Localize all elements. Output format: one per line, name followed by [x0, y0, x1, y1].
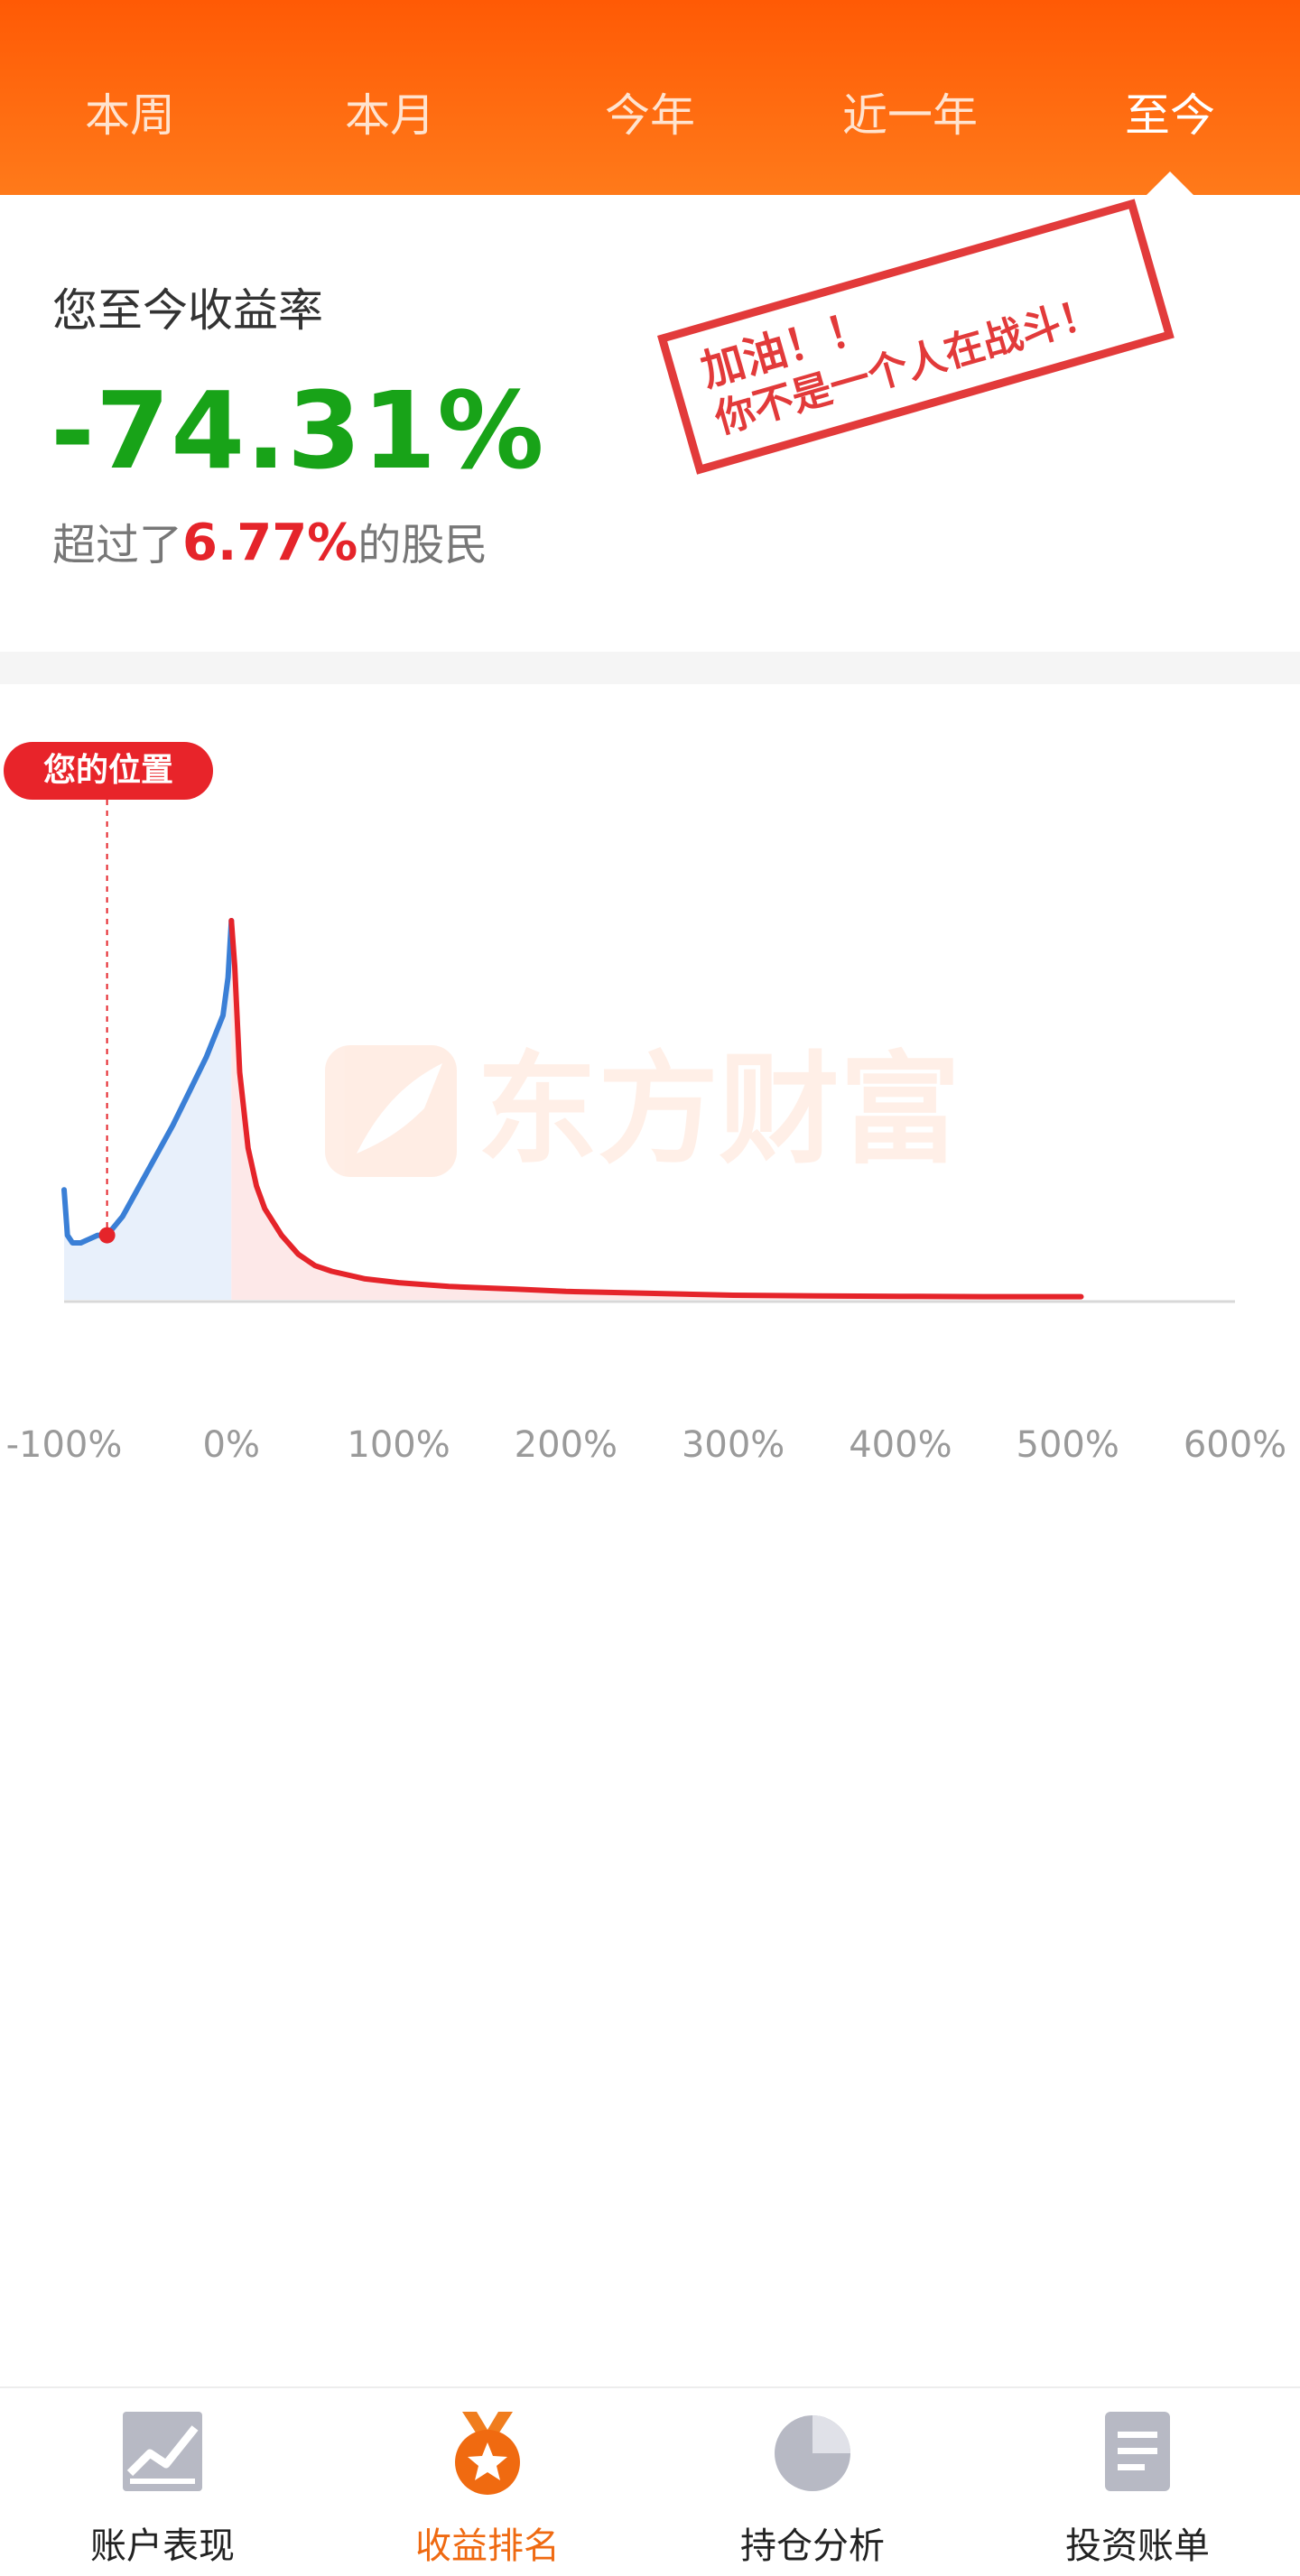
- nav-label: 持仓分析: [740, 2525, 885, 2567]
- tab-this-week[interactable]: 本周: [85, 79, 175, 152]
- watermark-logo-icon: [325, 1045, 457, 1177]
- ranking-percent: 6.77%: [182, 514, 358, 572]
- x-tick-label: 600%: [1184, 1424, 1286, 1466]
- return-rate-label: 您至今收益率: [52, 284, 323, 337]
- bottom-nav: 账户表现 收益排名 持仓分析 投资账单: [0, 2386, 1300, 2576]
- loss-area: [64, 921, 232, 1300]
- nav-investment-bill[interactable]: 投资账单: [975, 2388, 1300, 2576]
- position-marker-dot: [98, 1227, 116, 1244]
- ranking-prefix: 超过了: [52, 520, 183, 570]
- x-tick-label: 400%: [849, 1424, 952, 1466]
- pie-chart-icon: [775, 2415, 850, 2491]
- x-tick-label: -100%: [6, 1424, 123, 1466]
- x-tick-label: 0%: [203, 1424, 260, 1466]
- tab-to-date[interactable]: 至今: [1125, 79, 1215, 152]
- ranking-suffix: 的股民: [358, 520, 488, 570]
- x-tick-label: 100%: [347, 1424, 450, 1466]
- x-tick-label: 500%: [1017, 1424, 1119, 1466]
- return-rate-value: -74.31%: [51, 368, 545, 493]
- tab-this-year[interactable]: 今年: [605, 79, 695, 152]
- x-tick-label: 300%: [682, 1424, 785, 1466]
- nav-return-ranking[interactable]: 收益排名: [325, 2388, 650, 2576]
- section-divider: [0, 652, 1300, 684]
- watermark-text: 东方财富: [477, 1040, 961, 1181]
- period-tab-bar: 本周 本月 今年 近一年 至今: [0, 0, 1300, 195]
- tab-this-month[interactable]: 本月: [345, 79, 435, 152]
- nav-label: 账户表现: [90, 2525, 235, 2567]
- nav-holding-analysis[interactable]: 持仓分析: [650, 2388, 975, 2576]
- tab-last-year[interactable]: 近一年: [842, 79, 978, 152]
- x-tick-label: 200%: [515, 1424, 618, 1466]
- medal-icon: [455, 2412, 520, 2495]
- nav-label: 投资账单: [1065, 2525, 1210, 2567]
- your-position-badge: 您的位置: [4, 742, 213, 800]
- bill-icon: [1105, 2412, 1170, 2491]
- nav-label: 收益排名: [415, 2525, 560, 2567]
- return-distribution-chart: 东方财富 -100% 0% 100% 200% 300% 400% 500% 600%: [6, 800, 1286, 1466]
- trend-chart-icon: [123, 2412, 202, 2491]
- active-tab-indicator: [1147, 171, 1193, 195]
- nav-account-performance[interactable]: 账户表现: [0, 2388, 325, 2576]
- ranking-text: 超过了6.77%的股民: [52, 509, 488, 572]
